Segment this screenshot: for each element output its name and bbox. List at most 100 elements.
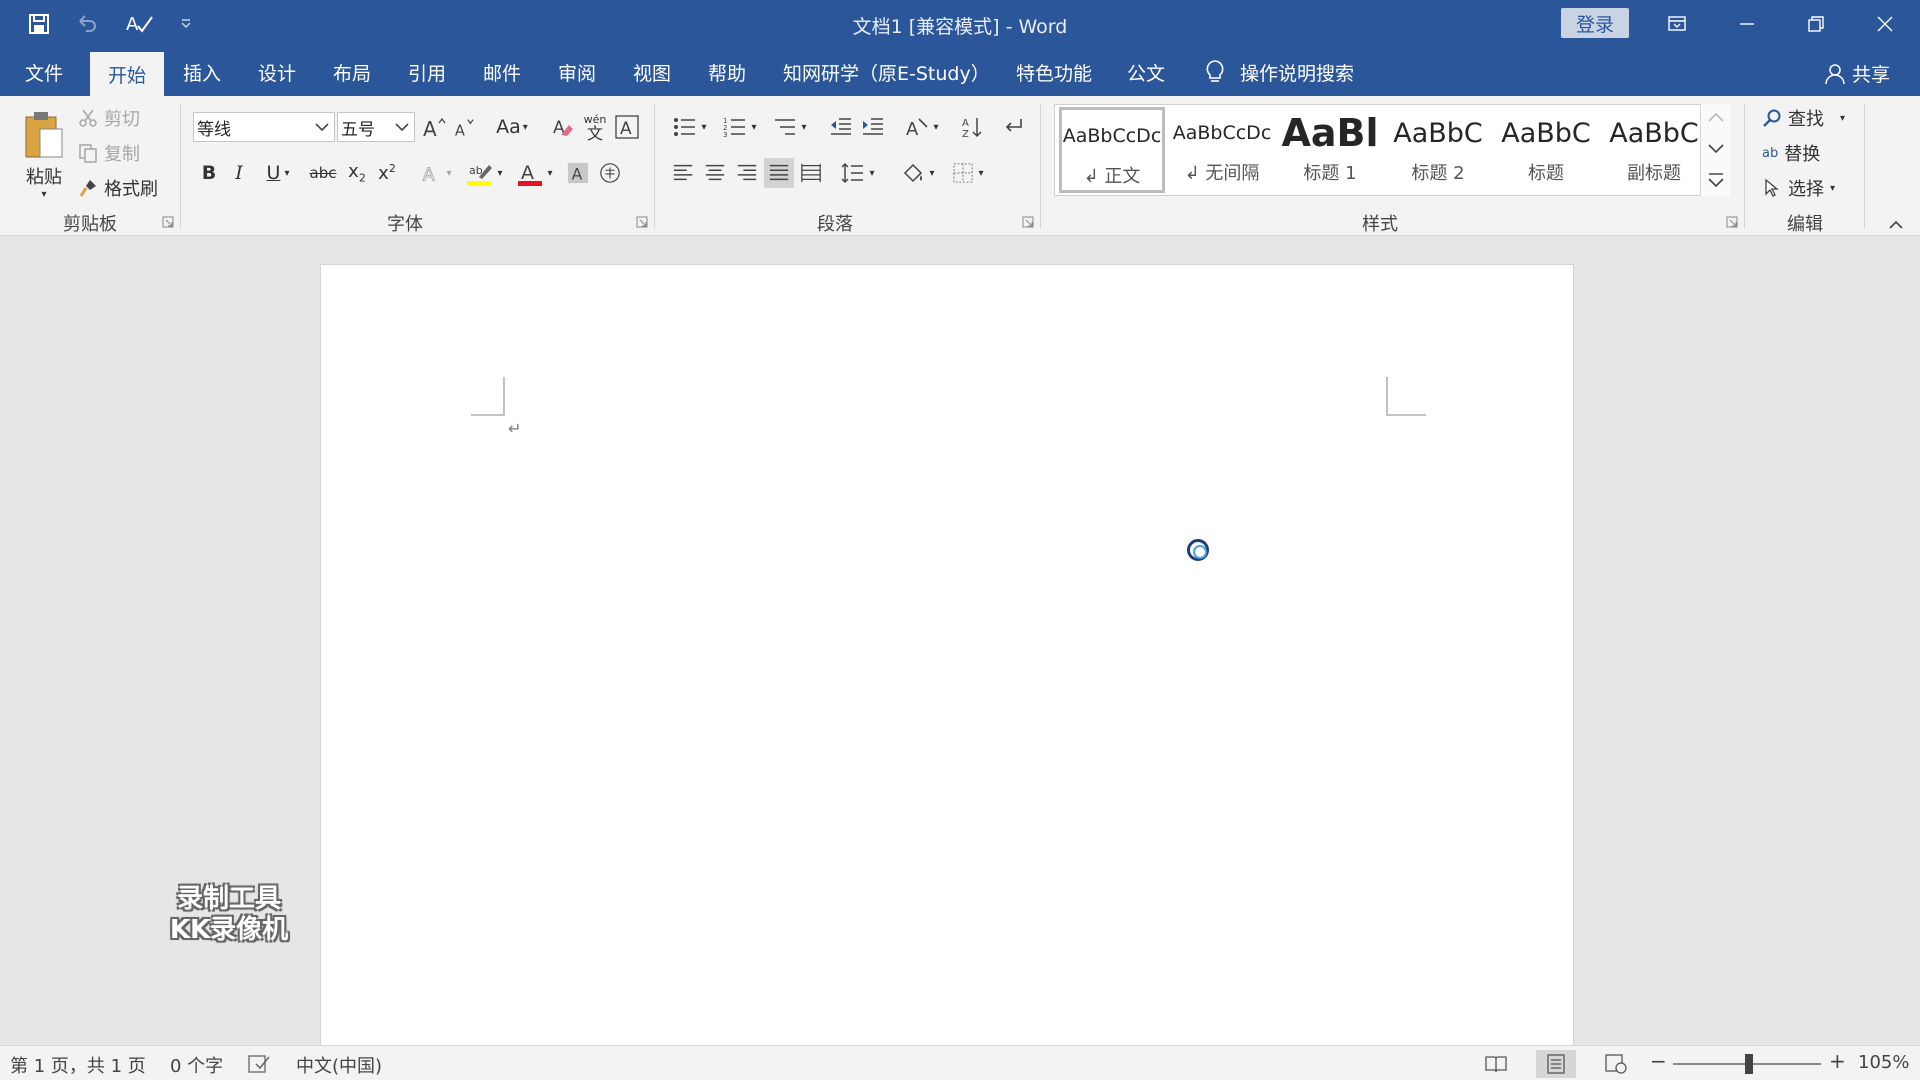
text-direction-button[interactable]: A ▾ xyxy=(900,112,944,142)
bold-button[interactable]: B xyxy=(196,158,222,188)
select-button[interactable]: 选择 ▾ xyxy=(1762,174,1835,202)
page-count[interactable]: 第 1 页，共 1 页 xyxy=(10,1052,146,1078)
superscript-button[interactable]: x2 xyxy=(374,158,400,188)
tab-layout[interactable]: 布局 xyxy=(333,48,371,96)
tab-official-document[interactable]: 公文 xyxy=(1127,48,1165,96)
align-right-button[interactable] xyxy=(732,158,762,188)
web-layout-button[interactable] xyxy=(1596,1050,1636,1078)
shrink-font-button[interactable]: A xyxy=(451,112,477,142)
line-spacing-button[interactable]: ▾ xyxy=(836,158,880,188)
find-button[interactable]: 查找 ▾ xyxy=(1762,104,1845,132)
subscript-button[interactable]: x2 xyxy=(344,158,370,188)
align-left-button[interactable] xyxy=(668,158,698,188)
minimize-button[interactable] xyxy=(1712,0,1782,48)
change-case-button[interactable]: Aa ▾ xyxy=(490,112,534,142)
cut-button[interactable]: 剪切 xyxy=(78,104,140,132)
tab-design[interactable]: 设计 xyxy=(258,48,296,96)
chevron-down-icon: ▾ xyxy=(497,167,503,179)
highlight-color-button[interactable]: ab ▾ xyxy=(462,158,508,188)
clipboard-dialog-launcher-icon[interactable] xyxy=(162,216,174,228)
tab-insert[interactable]: 插入 xyxy=(183,48,221,96)
sort-button[interactable]: AZ xyxy=(958,112,988,142)
clear-formatting-button[interactable]: A xyxy=(548,112,578,142)
multilevel-list-button[interactable]: ▾ xyxy=(768,112,812,142)
word-count[interactable]: 0 个字 xyxy=(170,1052,223,1078)
restore-button[interactable] xyxy=(1781,0,1851,48)
style-sample: AaBbC xyxy=(1393,117,1483,149)
tab-review[interactable]: 审阅 xyxy=(558,48,596,96)
tab-file[interactable]: 文件 xyxy=(25,48,63,96)
zoom-slider-thumb[interactable] xyxy=(1745,1054,1753,1074)
phonetic-guide-button[interactable]: wén 文 xyxy=(580,110,610,144)
tab-mailings[interactable]: 邮件 xyxy=(483,48,521,96)
font-size-combo[interactable]: 五号 xyxy=(337,112,415,142)
paste-button[interactable]: 粘贴 ▾ xyxy=(18,104,70,204)
document-page[interactable] xyxy=(320,264,1574,1054)
font-color-button[interactable]: A ▾ xyxy=(512,158,558,188)
format-painter-label: 格式刷 xyxy=(104,179,158,200)
font-dialog-launcher-icon[interactable] xyxy=(636,216,648,228)
style-heading-1[interactable]: AaBl 标题 1 xyxy=(1277,107,1383,193)
numbering-button[interactable]: 123 ▾ xyxy=(718,112,762,142)
tab-cnki-estudy[interactable]: 知网研学（原E-Study） xyxy=(783,48,990,96)
style-normal[interactable]: AaBbCcDc ↲ 正文 xyxy=(1059,107,1165,193)
collapse-ribbon-icon[interactable] xyxy=(1888,220,1904,230)
underline-button[interactable]: U ▾ xyxy=(256,158,300,188)
tab-references[interactable]: 引用 xyxy=(408,48,446,96)
style-no-spacing[interactable]: AaBbCcDc ↲ 无间隔 xyxy=(1169,107,1275,193)
text-effects-button[interactable]: A ▾ xyxy=(414,158,458,188)
watermark-line: KK录像机 xyxy=(169,915,289,945)
align-center-button[interactable] xyxy=(700,158,730,188)
increase-indent-button[interactable] xyxy=(858,112,888,142)
strikethrough-button[interactable]: abc xyxy=(306,158,340,188)
replace-button[interactable]: ab 替换 xyxy=(1762,139,1820,167)
copy-button[interactable]: 复制 xyxy=(78,139,140,167)
show-formatting-marks-button[interactable] xyxy=(998,112,1028,142)
read-mode-button[interactable] xyxy=(1476,1050,1516,1078)
character-border-button[interactable]: A xyxy=(612,112,642,142)
italic-button[interactable]: I xyxy=(226,158,252,188)
tell-me-search[interactable]: 操作说明搜索 xyxy=(1204,48,1354,96)
print-layout-button[interactable] xyxy=(1536,1050,1576,1078)
tab-help[interactable]: 帮助 xyxy=(708,48,746,96)
change-case-label: Aa xyxy=(496,116,521,138)
text-effects-icon: A xyxy=(423,165,436,184)
bold-icon: B xyxy=(201,162,217,184)
replace-icon: ab xyxy=(1762,145,1779,161)
grow-font-button[interactable]: A xyxy=(420,112,448,142)
character-shading-button[interactable]: A xyxy=(564,158,592,188)
close-button[interactable] xyxy=(1850,0,1920,48)
decrease-indent-button[interactable] xyxy=(826,112,856,142)
tab-special-features[interactable]: 特色功能 xyxy=(1016,48,1092,96)
chevron-up-icon[interactable] xyxy=(1707,110,1725,124)
zoom-in-button[interactable]: + xyxy=(1829,1049,1846,1073)
bullets-button[interactable]: ▾ xyxy=(668,112,712,142)
ribbon-display-options-button[interactable] xyxy=(1642,0,1712,48)
paragraph-dialog-launcher-icon[interactable] xyxy=(1022,216,1034,228)
zoom-level[interactable]: 105% xyxy=(1858,1052,1909,1073)
shading-button[interactable]: ▾ xyxy=(896,158,940,188)
proofing-icon[interactable] xyxy=(248,1054,270,1074)
style-heading-2[interactable]: AaBbC 标题 2 xyxy=(1385,107,1491,193)
gallery-more-icon[interactable] xyxy=(1707,172,1725,190)
share-button[interactable]: 共享 xyxy=(1824,60,1890,87)
find-label: 查找 xyxy=(1788,109,1824,130)
format-painter-button[interactable]: 格式刷 xyxy=(78,174,158,202)
styles-dialog-launcher-icon[interactable] xyxy=(1726,216,1738,228)
tab-view[interactable]: 视图 xyxy=(633,48,671,96)
distributed-button[interactable] xyxy=(796,158,826,188)
chevron-down-icon[interactable] xyxy=(1707,142,1725,156)
borders-button[interactable]: ▾ xyxy=(946,158,990,188)
style-subtitle[interactable]: AaBbC 副标题 xyxy=(1601,107,1707,193)
tab-home[interactable]: 开始 xyxy=(90,52,165,96)
style-name: 标题 2 xyxy=(1411,163,1465,184)
style-title[interactable]: AaBbC 标题 xyxy=(1493,107,1599,193)
language-indicator[interactable]: 中文(中国) xyxy=(296,1052,382,1078)
zoom-out-button[interactable]: − xyxy=(1650,1049,1667,1073)
justify-button[interactable] xyxy=(764,158,794,188)
enclose-characters-button[interactable] xyxy=(596,158,624,188)
style-name: ↲ 无间隔 xyxy=(1184,163,1260,184)
font-name-combo[interactable]: 等线 xyxy=(193,112,335,142)
login-button[interactable]: 登录 xyxy=(1561,8,1629,38)
svg-text:A: A xyxy=(455,122,465,138)
